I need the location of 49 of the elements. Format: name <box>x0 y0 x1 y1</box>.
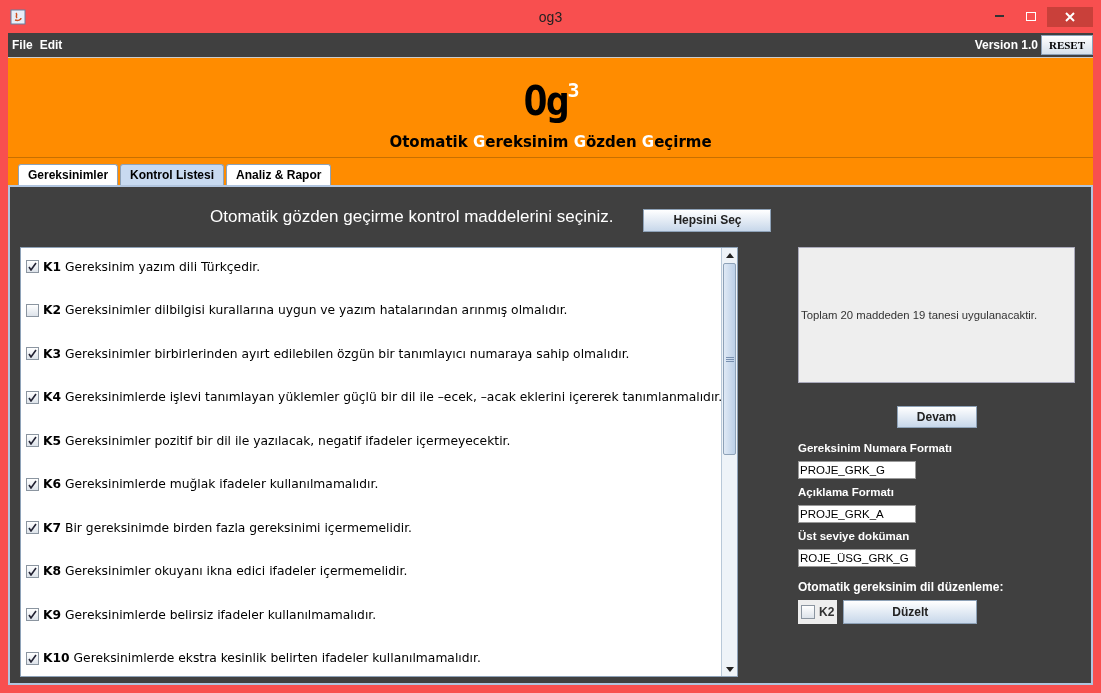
checklist-item[interactable]: K10 Gereksinimlerde ekstra kesinlik belirten ifadeler kullanılmamalıdır. <box>43 651 481 665</box>
tab[interactable]: Kontrol Listesi <box>120 164 225 185</box>
checklist-item[interactable]: K5 Gereksinimler pozitif bir dil ile yazılacak, negatif ifadeler içermeyecektir. <box>43 433 511 448</box>
field-label: Açıklama Formatı <box>798 486 895 498</box>
input-field[interactable]: ROJE_ÜSG_GRK_G <box>798 549 916 567</box>
menu-item[interactable]: File <box>8 38 36 52</box>
version-label: Version 1.0 <box>974 38 1038 52</box>
field-label: Üst seviye doküman <box>798 530 911 542</box>
input-field[interactable]: PROJE_GRK_G <box>798 461 916 479</box>
grip-icon <box>725 356 734 362</box>
menu-item[interactable]: Edit <box>35 38 66 52</box>
checkbox[interactable] <box>26 608 39 621</box>
checklist-item[interactable]: K6 Gereksinimlerde muğlak ifadeler kullanılmamalıdır. <box>43 477 379 491</box>
tab[interactable]: Gereksinimler <box>18 164 119 185</box>
checkbox[interactable] <box>26 434 39 447</box>
checklist-item[interactable]: K3 Gereksinimler birbirlerinden ayırt edilebilen özgün bir tanımlayıcı numaraya sahip olmalıdır. <box>43 346 630 361</box>
summary-text: Toplam 20 maddeden 19 tanesi uygulanacaktir. <box>798 247 1075 383</box>
checkbox[interactable] <box>26 651 39 665</box>
up-arrow-icon[interactable] <box>725 252 734 258</box>
checklist-item[interactable]: K1 Gereksinim yazım dili Türkçedir. <box>43 259 261 274</box>
app-title: Otomatik Gereksinim Gözden Geçirme <box>389 133 712 151</box>
instruction-text: Otomatik gözden geçirme kontrol maddelerini seçiniz. <box>210 207 614 227</box>
k2-checkbox[interactable]: K2 <box>798 600 838 624</box>
continue-button[interactable]: Devam <box>896 406 977 428</box>
select-all-button[interactable]: Hepsini Seç <box>643 208 772 232</box>
checkbox[interactable] <box>26 303 39 317</box>
scrollbar[interactable] <box>721 248 737 676</box>
checkbox[interactable] <box>26 347 39 360</box>
field-label: Gereksinim Numara Formatı <box>798 442 954 454</box>
reset-button[interactable]: RESET <box>1041 35 1093 55</box>
tab[interactable]: Analiz & Rapor <box>226 164 332 185</box>
checklist-item[interactable]: K2 Gereksinimler dilbilgisi kurallarına uygun ve yazım hatalarından arınmış olmalıdır. <box>43 303 568 317</box>
checklist-item[interactable]: K9 Gereksinimlerde belirsiz ifadeler kullanılmamalıdır. <box>43 607 377 622</box>
close-icon[interactable] <box>1047 6 1093 27</box>
checkbox[interactable] <box>26 260 39 273</box>
checkbox[interactable] <box>26 521 39 534</box>
checklist-item[interactable]: K4 Gereksinimlerde işlevi tanımlayan yüklemler güçlü bir dil ile –ecek, –acak eklerini içererek tanımlanmalıdır. <box>43 390 721 404</box>
checkbox[interactable] <box>26 564 39 578</box>
checklist-item[interactable]: K8 Gereksinimler okuyanı ikna edici ifadeler içermemelidir. <box>43 564 408 578</box>
auto-edit-label: Otomatik gereksinim dil düzenleme: <box>798 580 1005 594</box>
checkbox[interactable] <box>26 477 39 491</box>
checkbox[interactable] <box>26 390 39 404</box>
app-icon <box>10 8 26 25</box>
input-field[interactable]: PROJE_GRK_A <box>798 505 916 523</box>
logo: Og$^{3}$ <box>523 77 578 123</box>
window-title: og3 <box>538 8 563 25</box>
down-arrow-icon[interactable] <box>725 666 734 672</box>
fix-button[interactable]: Düzelt <box>843 600 978 624</box>
checklist-item[interactable]: K7 Bir gereksinimde birden fazla gereksinimi içermemelidir. <box>43 520 412 535</box>
